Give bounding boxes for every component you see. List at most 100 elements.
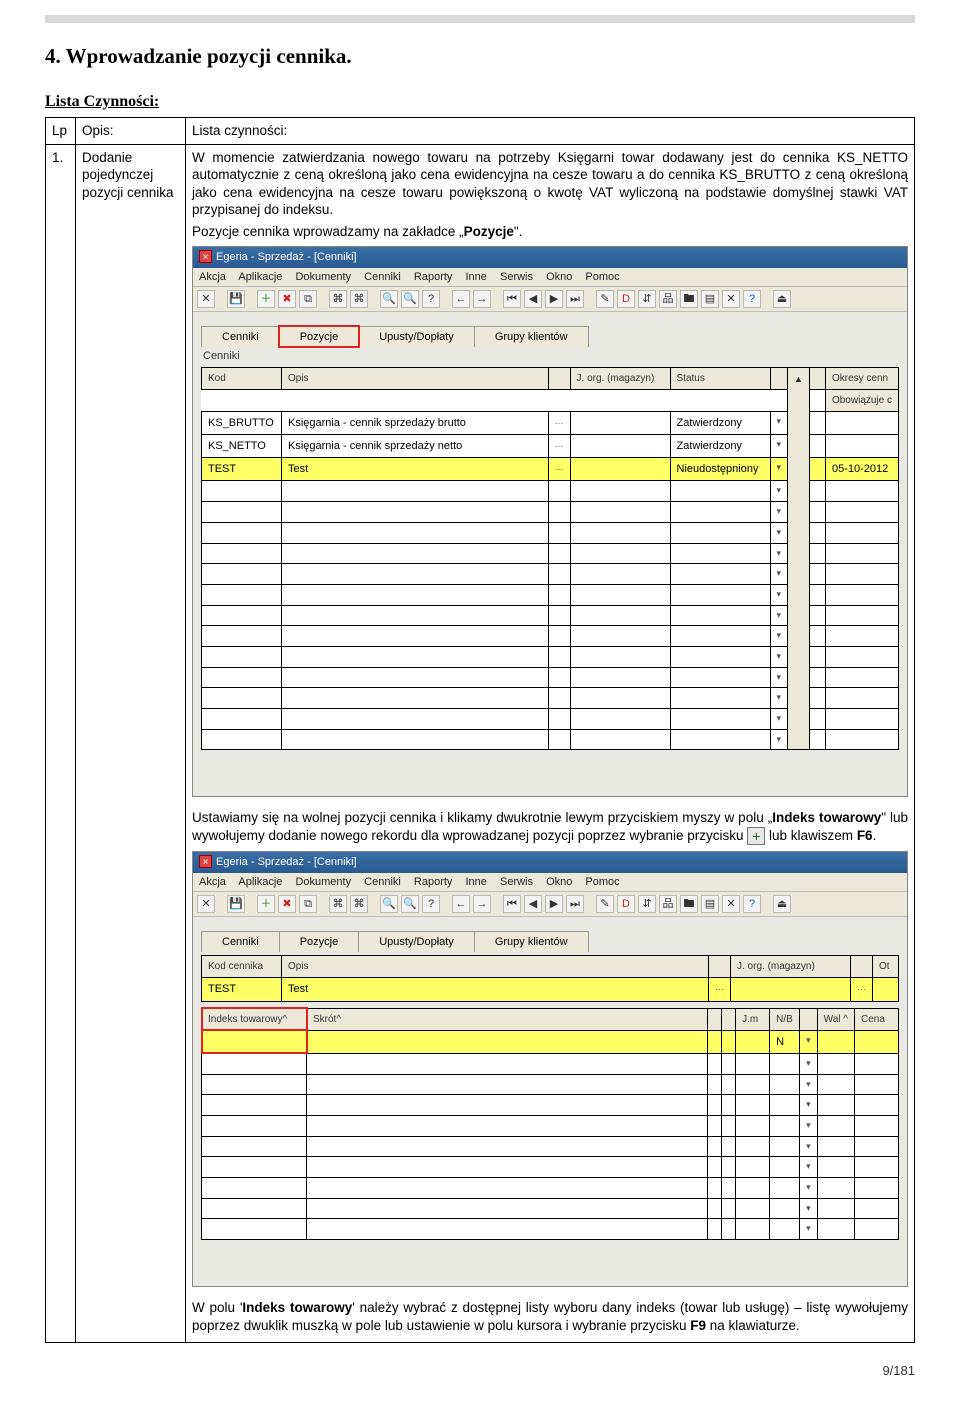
menu-item[interactable]: Akcja [199,876,226,888]
add-icon[interactable]: ＋ [257,895,275,913]
toolbar-icon[interactable]: D [617,290,635,308]
toolbar-icon[interactable]: ⇵ [638,895,656,913]
tab-cenniki[interactable]: Cenniki [201,931,280,952]
toolbar-icon[interactable]: ⌘ [329,290,347,308]
chevron-down-icon[interactable]: ▾ [770,458,788,481]
menu-item[interactable]: Dokumenty [295,271,351,283]
menu-item[interactable]: Pomoc [585,876,619,888]
menu-item[interactable]: Dokumenty [295,876,351,888]
exit-icon[interactable]: ⏏ [773,290,791,308]
tabs: Cenniki Pozycje Upusty/Dopłaty Grupy kli… [201,931,899,952]
delete-icon[interactable]: ✖ [278,895,296,913]
save-icon[interactable]: 💾 [227,895,245,913]
add-record-icon[interactable]: + [747,827,765,845]
gh-dd [770,367,788,389]
toolbar-icon[interactable]: ⌘ [329,895,347,913]
copy-icon[interactable]: ⧉ [299,290,317,308]
exit-icon[interactable]: ⏏ [773,895,791,913]
toolbar-icon[interactable]: 🖿 [680,895,698,913]
next-icon[interactable]: → [473,895,491,913]
menu-item[interactable]: Aplikacje [238,271,282,283]
close-icon[interactable]: × [199,250,212,263]
menu-item[interactable]: Okno [546,271,572,283]
grid-wrap-1: Kod Opis J. org. (magazyn) Status ▲ Okre… [201,367,899,751]
toolbar-icon[interactable]: 🖿 [680,290,698,308]
first-icon[interactable]: ⏮ [503,895,521,913]
back-icon[interactable]: ◀ [524,895,542,913]
toolbar-icon[interactable]: ⌘ [350,895,368,913]
toolbar-icon[interactable]: ✕ [722,290,740,308]
toolbar-icon[interactable]: ✎ [596,895,614,913]
browse-icon[interactable]: … [548,434,570,457]
fwd-icon[interactable]: ▶ [545,895,563,913]
toolbar-icon[interactable]: ⇵ [638,290,656,308]
browse-icon[interactable]: … [709,978,731,1001]
toolbar-icon[interactable]: 品 [659,290,677,308]
search-icon[interactable]: 🔍 [401,895,419,913]
chevron-down-icon[interactable]: ▾ [770,411,788,434]
menu-item[interactable]: Inne [466,876,487,888]
chevron-down-icon[interactable]: ▾ [770,434,788,457]
toolbar-icon[interactable]: ? [422,290,440,308]
menu-item[interactable]: Serwis [500,876,533,888]
app-screenshot-2: × Egeria - Sprzedaż - [Cenniki] Akcja Ap… [192,851,908,1287]
browse-icon[interactable]: … [548,458,570,481]
search-icon[interactable]: 🔍 [380,895,398,913]
last-icon[interactable]: ⏭ [566,895,584,913]
grid-scrollbar[interactable]: ▲ [788,367,810,750]
toolbar-icon[interactable]: D [617,895,635,913]
toolbar-icon[interactable]: ⌘ [350,290,368,308]
tab-grupy[interactable]: Grupy klientów [474,931,589,952]
prev-icon[interactable]: ← [452,895,470,913]
copy-icon[interactable]: ⧉ [299,895,317,913]
delete-icon[interactable]: ✖ [278,290,296,308]
menu-item[interactable]: Cenniki [364,876,401,888]
toolbar-icon[interactable]: ? [422,895,440,913]
tab-cenniki[interactable]: Cenniki [201,326,280,347]
menu-item[interactable]: Raporty [414,876,453,888]
toolbar-icon[interactable]: ✎ [596,290,614,308]
menu-item[interactable]: Raporty [414,271,453,283]
toolbar-icon[interactable]: ✕ [197,290,215,308]
page-title: 4. Wprowadzanie pozycji cennika. [45,43,915,70]
menu-item[interactable]: Inne [466,271,487,283]
menu-item[interactable]: Pomoc [585,271,619,283]
toolbar-icon[interactable]: 品 [659,895,677,913]
first-icon[interactable]: ⏮ [503,290,521,308]
chevron-down-icon[interactable]: ▾ [800,1030,818,1053]
toolbar-icon[interactable]: ✕ [722,895,740,913]
toolbar-icon[interactable]: ▤ [701,895,719,913]
help-icon[interactable]: ? [743,290,761,308]
search-icon[interactable]: 🔍 [401,290,419,308]
menu-item[interactable]: Okno [546,876,572,888]
prev-icon[interactable]: ← [452,290,470,308]
scroll-up-icon[interactable]: ▲ [794,372,803,386]
indeks-cell[interactable] [202,1030,307,1053]
next-icon[interactable]: → [473,290,491,308]
tab-pozycje[interactable]: Pozycje [279,931,360,952]
gh-jorg: J. org. (magazyn) [570,367,670,389]
search-icon[interactable]: 🔍 [380,290,398,308]
menu-item[interactable]: Aplikacje [238,876,282,888]
add-icon[interactable]: ＋ [257,290,275,308]
toolbar-icon[interactable]: ✕ [197,895,215,913]
menu-item[interactable]: Akcja [199,271,226,283]
menu-item[interactable]: Cenniki [364,271,401,283]
last-icon[interactable]: ⏭ [566,290,584,308]
toolbar-icon[interactable]: ▤ [701,290,719,308]
gh-status: Status [670,367,770,389]
browse-icon[interactable]: … [548,411,570,434]
activity-table: Lp Opis: Lista czynności: 1. Dodanie poj… [45,117,915,1343]
fwd-icon[interactable]: ▶ [545,290,563,308]
tab-upusty[interactable]: Upusty/Dopłaty [358,326,475,347]
tab-pozycje[interactable]: Pozycje [279,326,360,347]
help-icon[interactable]: ? [743,895,761,913]
save-icon[interactable]: 💾 [227,290,245,308]
tab-grupy[interactable]: Grupy klientów [474,326,589,347]
browse-icon[interactable]: … [851,978,873,1001]
menu-item[interactable]: Serwis [500,271,533,283]
gh-spacer [809,367,825,389]
tab-upusty[interactable]: Upusty/Dopłaty [358,931,475,952]
back-icon[interactable]: ◀ [524,290,542,308]
close-icon[interactable]: × [199,855,212,868]
